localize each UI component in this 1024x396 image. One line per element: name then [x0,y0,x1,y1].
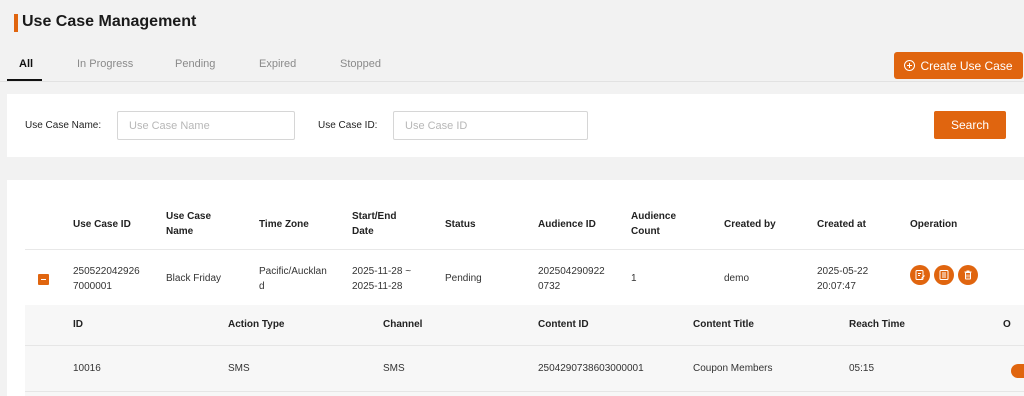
use-case-table: Use Case ID Use Case Name Time Zone Start… [7,180,1024,396]
cell-use-case-id: 250522042926 7000001 [73,266,140,292]
col-header-use-case-id: Use Case ID [73,219,131,230]
sub-row-action-icon-clipped[interactable] [1011,364,1024,378]
search-button[interactable]: Search [934,111,1006,139]
sub-col-header-action-type: Action Type [228,319,285,330]
sub-col-header-operation-clipped: O [1003,319,1011,330]
cell-start-end-date: 2025-11-28 ~2025-11-28 [352,266,412,292]
status-tabs: All In Progress Pending Expired Stopped [0,48,1024,82]
detail-icon[interactable] [934,265,954,285]
cell-time-zone: Pacific/Aucklan d [259,266,327,292]
sub-col-header-content-id: Content ID [538,319,589,330]
tab-stopped[interactable]: Stopped [340,58,381,70]
col-header-status: Status [445,219,476,230]
cell-use-case-name: Black Friday [166,273,222,284]
tab-all[interactable]: All [19,58,33,70]
tab-in-progress[interactable]: In Progress [77,58,133,70]
title-accent-bar [14,14,18,32]
page-header: Use Case Management [0,0,1024,48]
tab-pending[interactable]: Pending [175,58,215,70]
cell-audience-id: 202504290922 0732 [538,266,605,292]
sub-header-divider [25,345,1024,346]
col-header-created-at: Created at [817,219,866,230]
col-header-use-case-name: Use Case Name [166,211,212,237]
page-title: Use Case Management [22,13,197,30]
active-tab-indicator [7,79,42,81]
sub-table-bottom-border [25,391,1024,392]
sub-cell-id: 10016 [73,363,101,374]
plus-circle-icon [904,60,916,71]
sub-col-header-id: ID [73,319,83,330]
create-use-case-button[interactable]: Create Use Case [894,52,1023,79]
cell-created-by: demo [724,273,750,284]
use-case-id-label: Use Case ID: [318,120,378,131]
collapse-row-button[interactable] [38,274,49,285]
col-header-start-end-date: Start/End Date [352,211,397,237]
sub-col-header-reach-time: Reach Time [849,319,905,330]
delete-icon[interactable] [958,265,978,285]
cell-status: Pending [445,273,482,284]
col-header-audience-id: Audience ID [538,219,596,230]
sub-cell-action-type: SMS [228,363,250,374]
action-sub-table: ID Action Type Channel Content ID Conten… [25,305,1024,396]
use-case-name-input[interactable] [117,111,295,140]
sub-col-header-channel: Channel [383,319,423,330]
use-case-id-input[interactable] [393,111,588,140]
sub-cell-content-title: Coupon Members [693,363,773,374]
col-header-time-zone: Time Zone [259,219,309,230]
edit-icon[interactable] [910,265,930,285]
sub-cell-content-id: 2504290738603000001 [538,363,644,374]
col-header-audience-count: Audience Count [631,211,677,237]
sub-col-header-content-title: Content Title [693,319,754,330]
use-case-name-label: Use Case Name: [25,120,102,131]
sub-cell-reach-time: 05:15 [849,363,875,374]
cell-audience-count: 1 [631,273,637,284]
col-header-operation: Operation [910,219,958,230]
sub-cell-channel: SMS [383,363,405,374]
cell-created-at: 2025-05-22 20:07:47 [817,266,869,292]
col-header-created-by: Created by [724,219,776,230]
create-use-case-label: Create Use Case [920,58,1013,73]
search-panel: Use Case Name: Use Case ID: Search [7,94,1024,157]
tab-expired[interactable]: Expired [259,58,296,70]
header-divider [25,249,1024,250]
